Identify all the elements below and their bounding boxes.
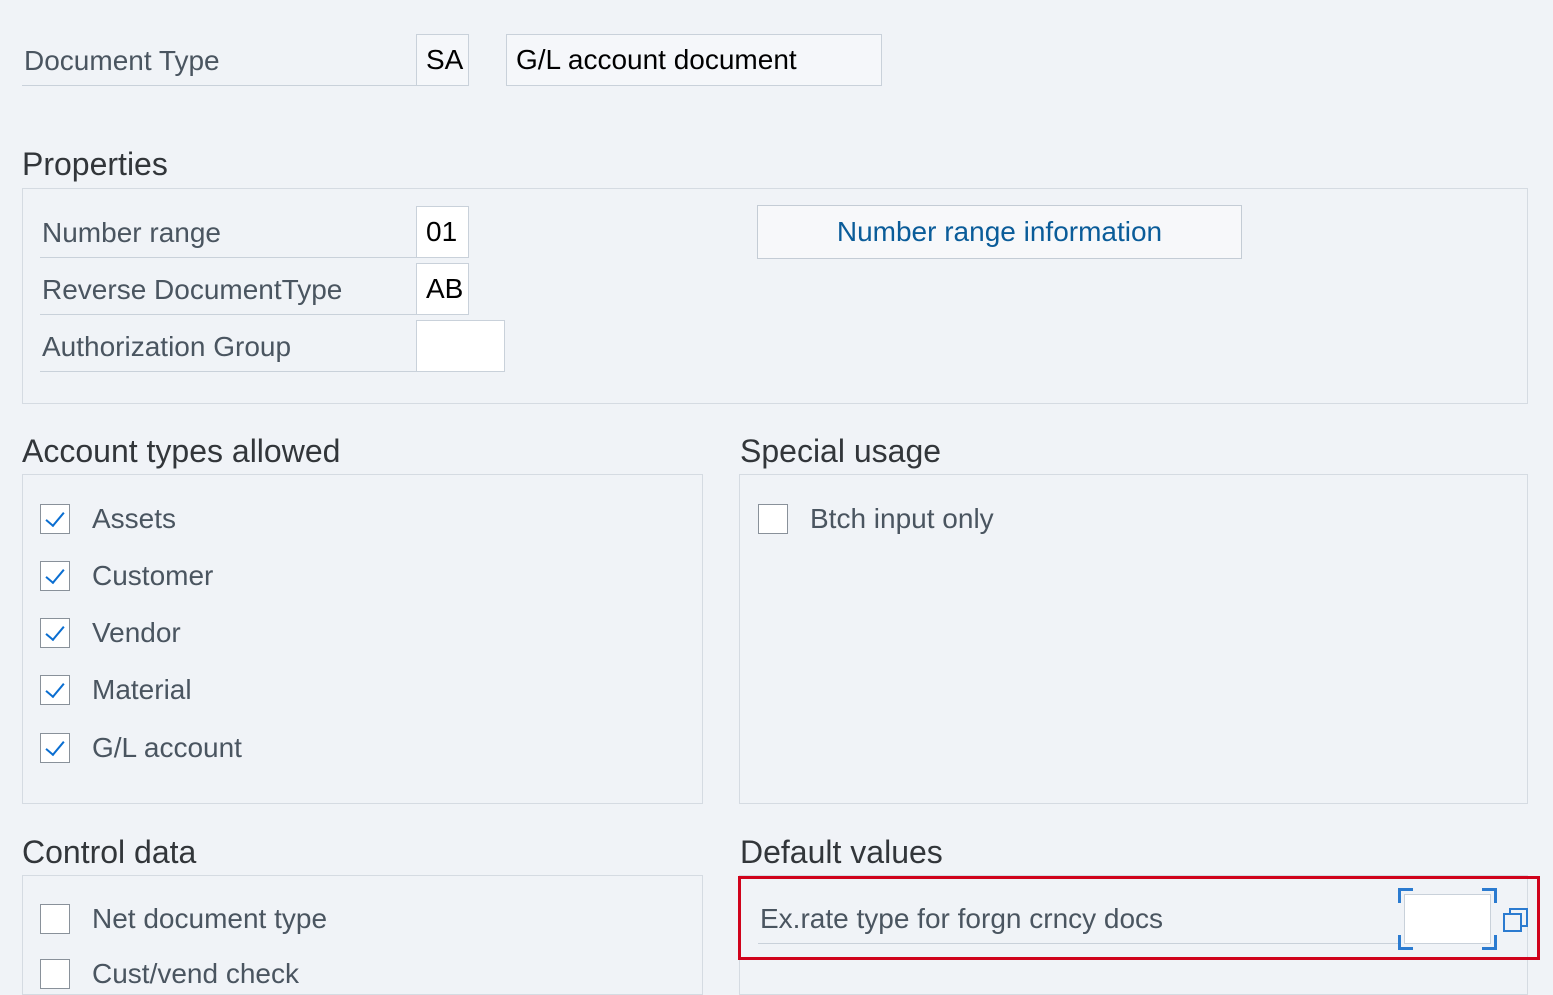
material-checkbox[interactable] (40, 675, 70, 705)
assets-label: Assets (92, 503, 177, 534)
highlight-box (738, 876, 1540, 960)
vendor-checkbox[interactable] (40, 618, 70, 648)
default-values-title: Default values (740, 834, 943, 870)
account-types-title: Account types allowed (22, 433, 341, 469)
document-type-label: Document Type (22, 36, 416, 86)
checkbox-row-gl-account[interactable]: G/L account (40, 732, 242, 764)
checkbox-row-net-document-type[interactable]: Net document type (40, 903, 327, 935)
checkbox-row-cust-vend-check[interactable]: Cust/vend check (40, 958, 299, 990)
checkbox-row-customer[interactable]: Customer (40, 560, 213, 592)
cust-vend-check-label: Cust/vend check (92, 958, 299, 989)
reverse-document-type-field[interactable]: AB (416, 263, 469, 315)
net-document-type-checkbox[interactable] (40, 904, 70, 934)
assets-checkbox[interactable] (40, 504, 70, 534)
document-type-description-field: G/L account document (506, 34, 882, 86)
cust-vend-check-checkbox[interactable] (40, 959, 70, 989)
number-range-label: Number range (40, 208, 416, 258)
net-document-type-label: Net document type (92, 903, 328, 934)
number-range-information-button[interactable]: Number range information (757, 205, 1242, 259)
customer-label: Customer (92, 560, 214, 591)
number-range-field[interactable]: 01 (416, 206, 469, 258)
customer-checkbox[interactable] (40, 561, 70, 591)
checkbox-row-batch-input-only[interactable]: Btch input only (758, 503, 994, 535)
batch-input-only-label: Btch input only (810, 503, 994, 534)
special-usage-title: Special usage (740, 433, 942, 469)
control-data-title: Control data (22, 834, 197, 870)
checkbox-row-material[interactable]: Material (40, 674, 192, 706)
reverse-document-type-label: Reverse DocumentType (40, 265, 416, 315)
properties-title: Properties (22, 146, 168, 182)
authorization-group-label: Authorization Group (40, 322, 416, 372)
vendor-label: Vendor (92, 617, 181, 648)
gl-account-label: G/L account (92, 732, 242, 763)
material-label: Material (92, 674, 192, 705)
checkbox-row-vendor[interactable]: Vendor (40, 617, 181, 649)
authorization-group-field[interactable] (416, 320, 505, 372)
batch-input-only-checkbox[interactable] (758, 504, 788, 534)
document-type-code-field[interactable]: SA (416, 34, 469, 86)
checkbox-row-assets[interactable]: Assets (40, 503, 176, 535)
gl-account-checkbox[interactable] (40, 733, 70, 763)
